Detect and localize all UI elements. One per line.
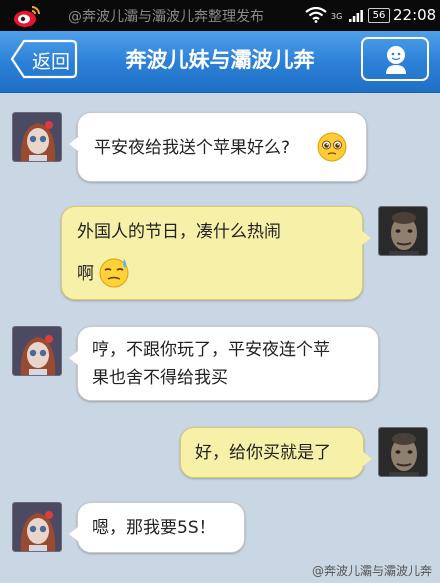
- doll-avatar-image: [13, 113, 61, 161]
- weibo-logo-icon: [14, 6, 40, 27]
- network-type: 3G: [331, 12, 343, 21]
- sender-avatar[interactable]: [12, 112, 62, 162]
- chat-title: 奔波儿妹与灞波儿奔: [125, 48, 315, 72]
- message-text: 平安夜给我送个苹果好么?: [94, 138, 291, 158]
- wifi-icon: [305, 7, 327, 23]
- profile-button[interactable]: [361, 37, 429, 81]
- back-button[interactable]: 返回: [10, 39, 78, 79]
- sender-avatar[interactable]: [12, 502, 62, 552]
- message-bubble-outgoing[interactable]: 外国人的节日，凑什么热闹 啊: [61, 206, 371, 300]
- message-text-line2: 果也舍不得给我买: [92, 368, 228, 388]
- message-bubble-incoming[interactable]: 平安夜给我送个苹果好么?: [69, 112, 367, 182]
- sender-avatar[interactable]: [12, 326, 62, 376]
- status-clock: 22:08: [393, 6, 437, 24]
- message-text-line1: 外国人的节日，凑什么热闹: [77, 222, 281, 242]
- status-watermark: @奔波儿灞与灞波儿奔整理发布: [68, 9, 264, 25]
- sweat-face-icon: [99, 258, 129, 288]
- message-bubble-incoming[interactable]: 哼，不跟你玩了，平安夜连个苹 果也舍不得给我买: [69, 326, 379, 401]
- self-avatar[interactable]: [378, 427, 428, 477]
- fish-monster-avatar-image: [379, 428, 427, 476]
- message-text: 嗯，那我要5S！: [92, 518, 216, 538]
- status-bar: @奔波儿灞与灞波儿奔整理发布 3G 56 22:08: [0, 0, 440, 31]
- self-avatar[interactable]: [378, 206, 428, 256]
- fish-monster-avatar-image: [379, 207, 427, 255]
- doll-avatar-image: [13, 327, 61, 375]
- message-text: 好，给你买就是了: [195, 443, 331, 463]
- battery-indicator: 56: [368, 8, 390, 23]
- chat-header: 返回 奔波儿妹与灞波儿奔: [0, 31, 440, 93]
- footer-watermark: @奔波儿灞与灞波儿奔: [312, 564, 433, 578]
- signal-icon: [349, 10, 363, 22]
- message-bubble-outgoing[interactable]: 好，给你买就是了: [180, 427, 372, 478]
- person-icon: [386, 46, 406, 74]
- doll-avatar-image: [13, 503, 61, 551]
- back-label: 返回: [32, 51, 71, 73]
- message-bubble-incoming[interactable]: 嗯，那我要5S！: [69, 502, 245, 553]
- pleading-face-icon: [317, 132, 347, 162]
- message-text-line1: 哼，不跟你玩了，平安夜连个苹: [92, 340, 330, 360]
- message-text-line2: 啊: [77, 264, 94, 284]
